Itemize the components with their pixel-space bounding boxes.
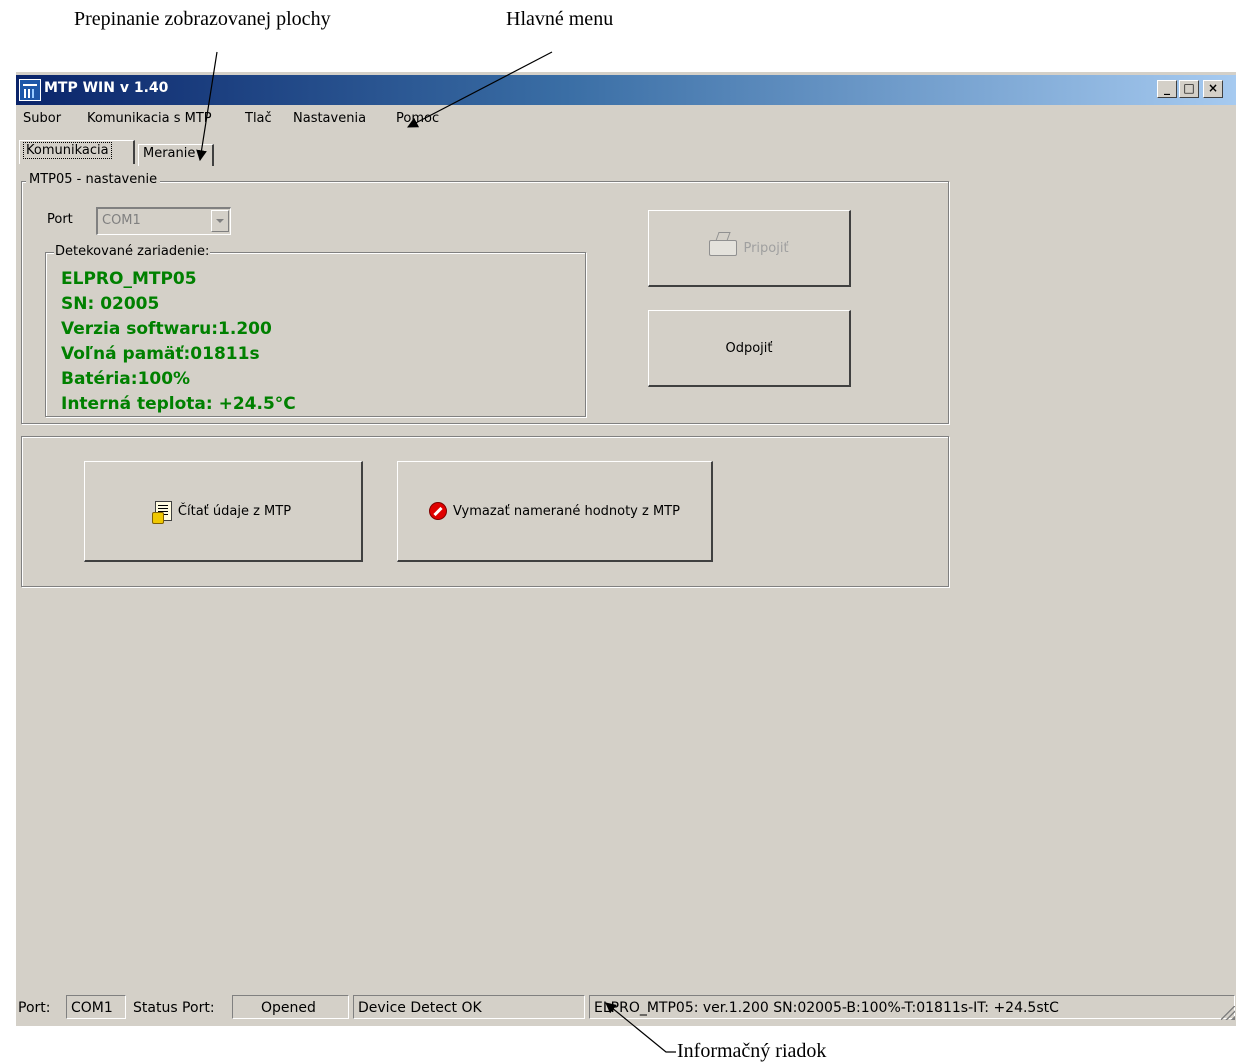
port-select-value: COM1 — [102, 213, 141, 228]
title-bar[interactable]: MTP WIN v 1.40 _ □ × — [16, 75, 1236, 105]
menu-bar: Subor Komunikacia s MTP Tlač Nastavenia … — [16, 108, 1236, 130]
menu-pomoc[interactable]: Pomoc — [396, 111, 439, 126]
minimize-button[interactable]: _ — [1157, 80, 1177, 98]
port-label: Port — [47, 212, 73, 227]
chevron-down-icon[interactable] — [211, 210, 229, 232]
tab-komunikacia[interactable]: Komunikacia — [19, 140, 135, 164]
menu-komunikacia[interactable]: Komunikacia s MTP — [87, 111, 212, 126]
annotation-tab-switch: Prepinanie zobrazovanej plochy — [74, 8, 331, 30]
detected-device-group: Detekované zariadenie: ELPRO_MTP05 SN: 0… — [45, 244, 586, 417]
app-icon — [19, 79, 41, 101]
detected-device-title: Detekované zariadenie: — [54, 244, 211, 259]
annotation-info-line: Informačný riadok — [677, 1040, 827, 1062]
tab-komunikacia-label: Komunikacia — [23, 142, 112, 159]
connect-button[interactable]: Pripojiť — [648, 210, 851, 287]
annotation-main-menu: Hlavné menu — [506, 8, 614, 30]
read-data-button[interactable]: Čítať údaje z MTP — [84, 461, 363, 562]
erase-data-button-label: Vymazať namerané hodnoty z MTP — [453, 503, 680, 519]
menu-tlac[interactable]: Tlač — [245, 111, 272, 126]
connect-button-label: Pripojiť — [743, 240, 789, 256]
disconnect-button-label: Odpojiť — [725, 340, 773, 356]
disconnect-button[interactable]: Odpojiť — [648, 310, 851, 387]
app-window: MTP WIN v 1.40 _ □ × Subor Komunikacia s… — [15, 72, 1236, 1026]
menu-nastavenia[interactable]: Nastavenia — [293, 111, 366, 126]
device-serial: SN: 02005 — [61, 294, 160, 314]
menu-subor[interactable]: Subor — [23, 111, 61, 126]
device-free-memory: Voľná pamäť:01811s — [61, 344, 260, 364]
status-info-line: ELPRO_MTP05: ver.1.200 SN:02005-B:100%-T… — [589, 995, 1235, 1019]
device-info: ELPRO_MTP05 SN: 02005 Verzia softwaru:1.… — [61, 267, 296, 417]
window-title: MTP WIN v 1.40 — [44, 80, 169, 96]
printer-icon — [709, 240, 738, 256]
close-button[interactable]: × — [1203, 80, 1223, 98]
read-data-icon — [151, 501, 172, 524]
resize-grip-icon[interactable] — [1221, 1006, 1235, 1020]
maximize-button[interactable]: □ — [1179, 80, 1199, 98]
erase-stop-icon — [429, 502, 448, 520]
status-bar: Port: COM1 Status Port: Opened Device De… — [16, 992, 1236, 1022]
device-internal-temperature: Interná teplota: +24.5°C — [61, 394, 296, 414]
device-name: ELPRO_MTP05 — [61, 269, 197, 289]
status-port-state-label: Status Port: — [133, 1000, 215, 1016]
status-port-label: Port: — [18, 1000, 51, 1016]
device-battery: Batéria:100% — [61, 369, 191, 389]
port-select[interactable]: COM1 — [96, 207, 231, 235]
status-port-state-value: Opened — [232, 995, 349, 1019]
status-device-detect: Device Detect OK — [353, 995, 585, 1019]
device-software-version: Verzia softwaru:1.200 — [61, 319, 272, 339]
erase-data-button[interactable]: Vymazať namerané hodnoty z MTP — [397, 461, 713, 562]
mtp-settings-title: MTP05 - nastavenie — [26, 172, 161, 187]
read-data-button-label: Čítať údaje z MTP — [177, 503, 292, 519]
status-port-value: COM1 — [66, 995, 126, 1019]
tab-meranie[interactable]: Meranie — [138, 144, 214, 166]
